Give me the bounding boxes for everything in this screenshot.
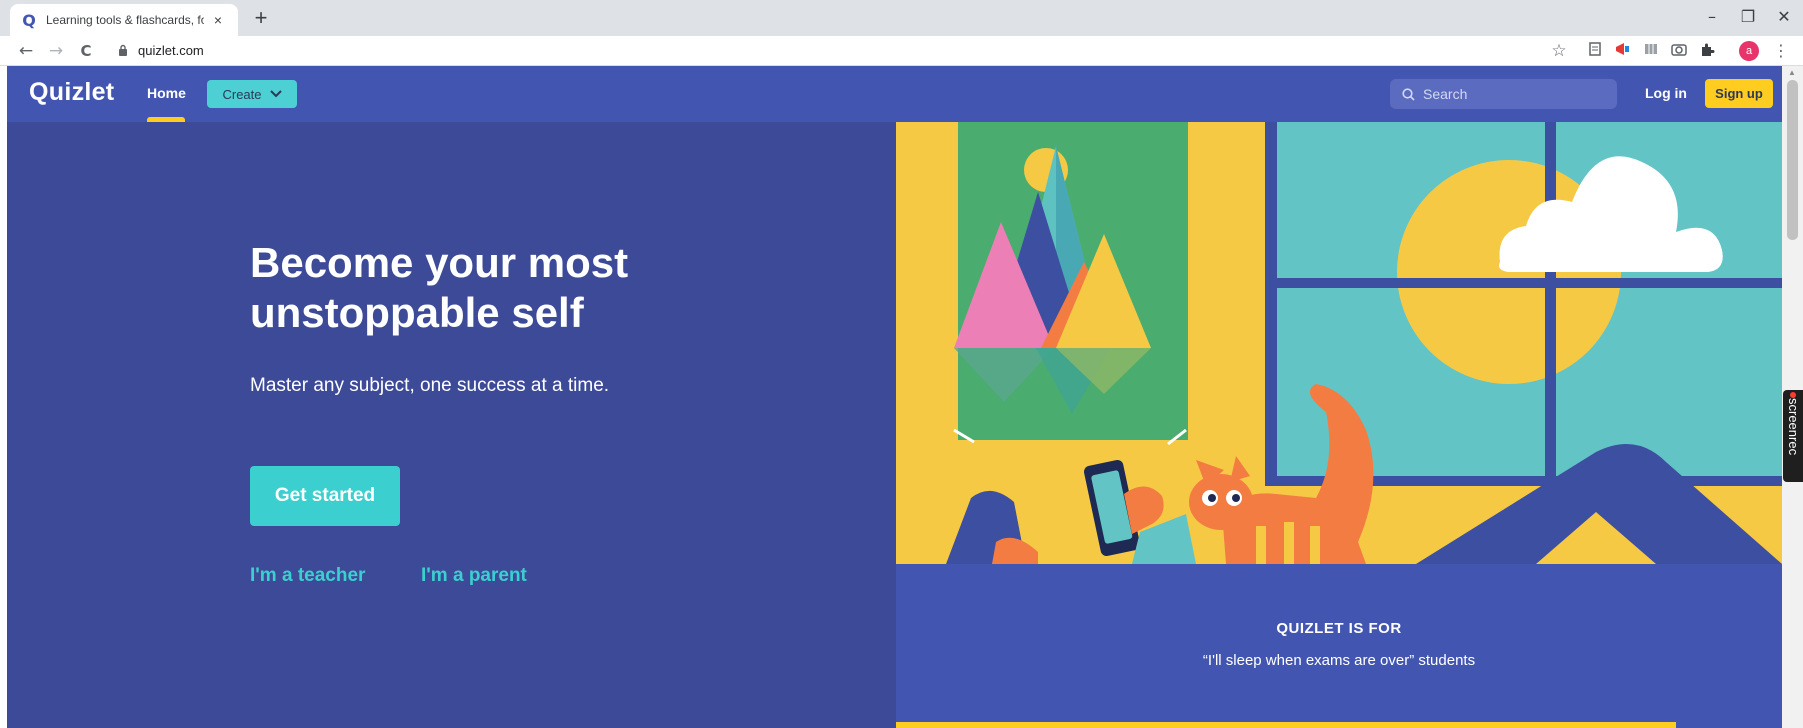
tab-close-icon[interactable]: × <box>210 12 226 28</box>
address-bar[interactable]: quizlet.com <box>138 43 204 58</box>
quizlet-is-for-panel: QUIZLET IS FOR “I'll sleep when exams ar… <box>896 564 1782 728</box>
forward-button[interactable]: → <box>44 39 68 63</box>
screenrec-widget[interactable]: screenrec <box>1783 390 1803 482</box>
extension-megaphone-icon[interactable] <box>1614 42 1632 60</box>
profile-avatar[interactable]: a <box>1739 41 1759 61</box>
lock-icon[interactable] <box>118 44 128 56</box>
scroll-up-arrow-icon[interactable]: ▲ <box>1788 68 1796 77</box>
extension-reader-icon[interactable] <box>1586 42 1604 60</box>
parent-link[interactable]: I'm a parent <box>421 565 527 587</box>
search-input[interactable]: Search <box>1390 79 1617 109</box>
scrollbar-thumb[interactable] <box>1787 80 1798 240</box>
search-icon <box>1402 87 1415 101</box>
extension-grid-icon[interactable] <box>1642 42 1660 60</box>
tab-title: Learning tools & flashcards, for free <box>46 13 204 27</box>
quizlet-is-for-quote: “I'll sleep when exams are over” student… <box>1202 652 1476 669</box>
nav-home-active-indicator <box>147 117 185 122</box>
signup-button[interactable]: Sign up <box>1705 79 1773 108</box>
browser-toolbar: ← → C quizlet.com ☆ a ⋮ <box>0 36 1803 66</box>
login-link[interactable]: Log in <box>1645 85 1687 101</box>
extensions-puzzle-icon[interactable] <box>1698 42 1716 60</box>
quizlet-is-for-title: QUIZLET IS FOR <box>1276 620 1402 637</box>
create-label: Create <box>222 86 262 102</box>
site-header: Quizlet Home Create Search Log in Sign u… <box>7 66 1782 122</box>
reload-button[interactable]: C <box>74 39 98 63</box>
browser-window: Q Learning tools & flashcards, for free … <box>0 0 1803 728</box>
teacher-link[interactable]: I'm a teacher <box>250 565 365 587</box>
get-started-button[interactable]: Get started <box>250 466 400 526</box>
create-dropdown-button[interactable]: Create <box>207 80 297 108</box>
hero-illustration <box>896 122 1782 564</box>
browser-menu-icon[interactable]: ⋮ <box>1772 42 1790 60</box>
screenrec-label: screenrec <box>1786 398 1801 456</box>
quizlet-page: Quizlet Home Create Search Log in Sign u… <box>7 66 1782 728</box>
quizlet-logo[interactable]: Quizlet <box>29 78 114 107</box>
hero-title: Become your most unstoppable self <box>250 239 629 336</box>
new-tab-button[interactable]: + <box>248 6 274 32</box>
chevron-down-icon <box>269 90 282 98</box>
restore-button[interactable]: ❐ <box>1728 4 1768 30</box>
browser-tab[interactable]: Q Learning tools & flashcards, for free … <box>10 4 238 36</box>
tab-strip: Q Learning tools & flashcards, for free … <box>0 0 1803 36</box>
minimize-button[interactable]: – <box>1692 4 1732 30</box>
nav-home[interactable]: Home <box>147 85 186 101</box>
back-button[interactable]: ← <box>14 39 38 63</box>
bookmark-star-icon[interactable]: ☆ <box>1550 42 1568 60</box>
extension-camera-icon[interactable] <box>1670 42 1688 60</box>
quizlet-favicon-icon: Q <box>22 10 36 30</box>
close-window-button[interactable]: ✕ <box>1764 4 1803 30</box>
carousel-progress-bar <box>896 722 1676 728</box>
hero-subtitle: Master any subject, one success at a tim… <box>250 375 610 396</box>
search-placeholder: Search <box>1423 86 1468 102</box>
